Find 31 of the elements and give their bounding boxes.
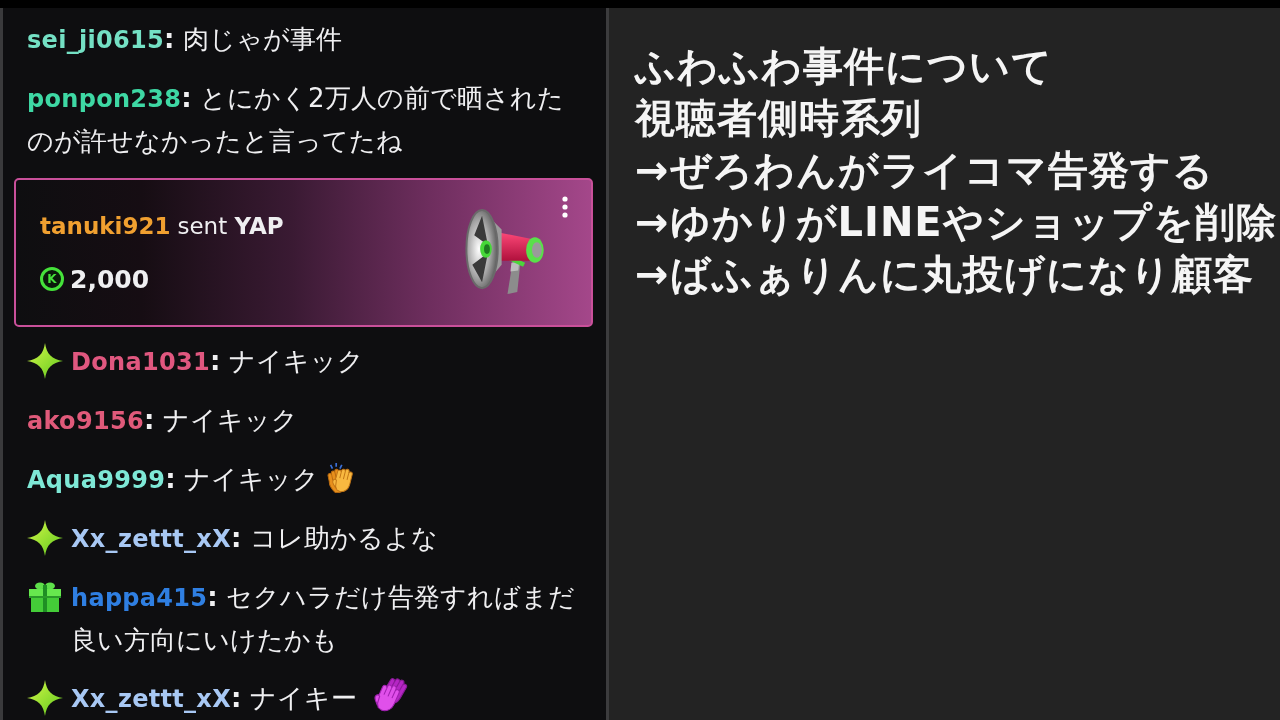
- overlay-text-line: →ゆかりがLINEやショップを削除: [635, 198, 1278, 247]
- chat-message: Aqua9999: ナイキック: [27, 463, 319, 496]
- chat-message: ako9156: ナイキック: [27, 404, 298, 437]
- sparkle-icon: [27, 343, 63, 379]
- chat-message: ponpon238: とにかく2万人の前で晒されたのが許せなかったと言ってたね: [27, 82, 565, 158]
- chat-username[interactable]: sei_ji0615: [27, 26, 165, 54]
- gift-icon: [29, 582, 61, 612]
- chat-message: Dona1031: ナイキック: [71, 345, 364, 378]
- gift-sender[interactable]: tanuki921: [40, 213, 171, 239]
- overlay-text-line: 視聴者側時系列: [635, 94, 923, 143]
- chat-username[interactable]: Xx_zettt_xX: [71, 525, 231, 553]
- clapping-hands-icon: [324, 463, 353, 493]
- coin-logo: K: [40, 267, 64, 291]
- chat-username[interactable]: Xx_zettt_xX: [71, 685, 231, 713]
- chat-message: happa415: セクハラだけ告発すればまだ良い方向にいけたかも: [71, 581, 576, 657]
- chat-message: Xx_zettt_xX: コレ助かるよな: [71, 522, 438, 555]
- chat-message: Xx_zettt_xX: ナイキー: [71, 682, 357, 715]
- chat-username[interactable]: ponpon238: [27, 85, 182, 113]
- chat-username[interactable]: ako9156: [27, 407, 144, 435]
- more-options-icon[interactable]: [562, 196, 568, 218]
- gift-amount: 2,000: [70, 264, 150, 294]
- chat-message: sei_ji0615: 肉じゃが事件: [27, 23, 342, 56]
- overlay-text-line: →ばふぁりんに丸投げになり顧客: [635, 250, 1255, 299]
- chat-username[interactable]: happa415: [71, 584, 208, 612]
- overlay-text-line: →ぜろわんがライコマ告発する: [635, 146, 1215, 195]
- gift-message: sent YAP: [177, 213, 284, 239]
- chat-username[interactable]: Aqua9999: [27, 466, 166, 494]
- chat-username[interactable]: Dona1031: [71, 348, 210, 376]
- sparkle-icon: [27, 520, 63, 556]
- overlay-text-line: ふわふわ事件について: [635, 42, 1054, 91]
- sparkle-icon: [27, 680, 63, 716]
